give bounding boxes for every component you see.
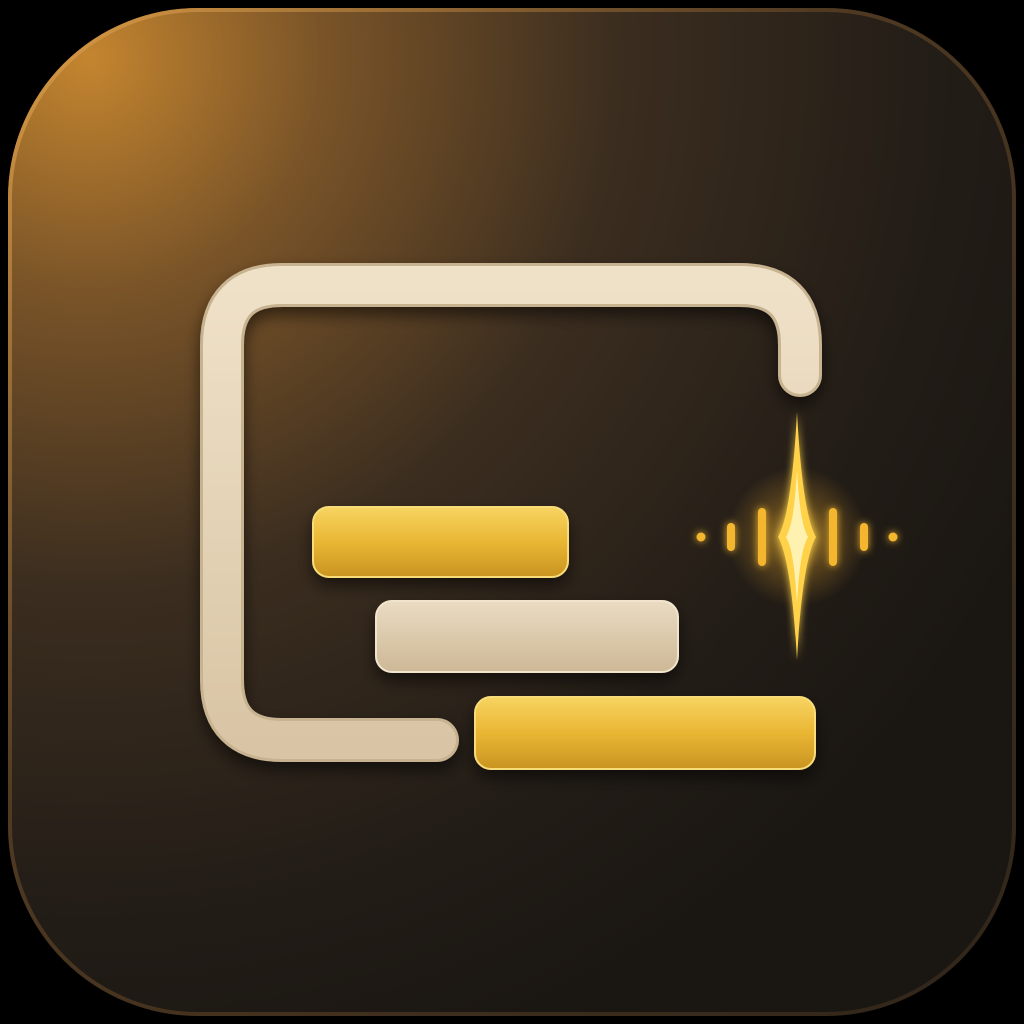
icon-canvas: [0, 0, 1024, 1024]
app-icon-graphic: [8, 8, 1016, 1016]
caption-line-bottom: [474, 696, 816, 770]
app-icon[interactable]: [0, 0, 1024, 1024]
caption-line-middle: [375, 600, 679, 673]
caption-line-top: [312, 506, 569, 578]
